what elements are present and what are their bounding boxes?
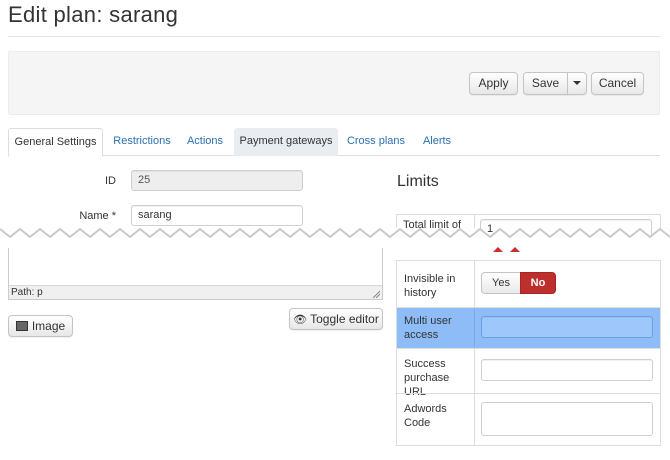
- tab-restrictions[interactable]: Restrictions: [105, 128, 179, 156]
- tab-alerts[interactable]: Alerts: [416, 128, 458, 156]
- tab-cross-plans[interactable]: Cross plans: [342, 128, 410, 156]
- no-option[interactable]: No: [520, 272, 556, 294]
- row-success-url: Success purchase URL: [397, 348, 660, 398]
- editor-path-bar: Path: p: [9, 285, 382, 299]
- eye-icon: 👁: [293, 314, 308, 326]
- invisible-history-label: Invisible in history: [404, 273, 456, 299]
- title-divider: [8, 36, 660, 37]
- yes-option[interactable]: Yes: [481, 272, 521, 294]
- resize-grip-icon[interactable]: [372, 290, 380, 298]
- id-label: ID: [105, 175, 116, 187]
- row-adwords-code: Adwords Code: [397, 393, 660, 445]
- limits-heading: Limits: [397, 173, 439, 190]
- row-invisible-history: Invisible in history Yes No: [397, 260, 660, 307]
- tab-bar: General Settings Restrictions Actions Pa…: [8, 128, 660, 157]
- row-divider: [474, 349, 475, 393]
- cancel-button[interactable]: Cancel: [591, 72, 644, 95]
- limits-table: Invisible in history Yes No Multi user a…: [396, 260, 661, 446]
- tab-general-settings[interactable]: General Settings: [8, 128, 103, 157]
- multi-user-access-label: Multi user access: [404, 315, 452, 341]
- torn-edge: [0, 227, 670, 252]
- row-divider: [474, 261, 475, 307]
- success-url-input[interactable]: [481, 359, 653, 381]
- insert-image-button[interactable]: Image: [8, 315, 73, 337]
- image-button-label: Image: [31, 319, 66, 333]
- adwords-code-textarea[interactable]: [481, 402, 653, 436]
- id-field: 25: [131, 170, 303, 191]
- tab-actions[interactable]: Actions: [181, 128, 229, 156]
- row-divider: [474, 308, 475, 348]
- invisible-history-toggle: Yes No: [481, 272, 557, 294]
- page-title: Edit plan: sarang: [8, 2, 179, 27]
- rich-text-editor[interactable]: Path: p: [8, 248, 383, 300]
- image-icon: [15, 320, 28, 331]
- save-button[interactable]: Save: [523, 72, 568, 95]
- toggle-editor-label: Toggle editor: [310, 312, 379, 326]
- row-divider: [474, 394, 475, 445]
- toggle-editor-button[interactable]: 👁 Toggle editor: [289, 308, 383, 330]
- row-multi-user-access: Multi user access: [397, 307, 660, 348]
- adwords-code-label: Adwords Code: [404, 403, 447, 429]
- tab-payment-gateways[interactable]: Payment gateways: [234, 128, 338, 156]
- multi-user-access-input[interactable]: [481, 316, 653, 338]
- apply-button[interactable]: Apply: [469, 72, 518, 95]
- save-dropdown-toggle[interactable]: [567, 72, 587, 95]
- chevron-down-icon: [573, 80, 581, 85]
